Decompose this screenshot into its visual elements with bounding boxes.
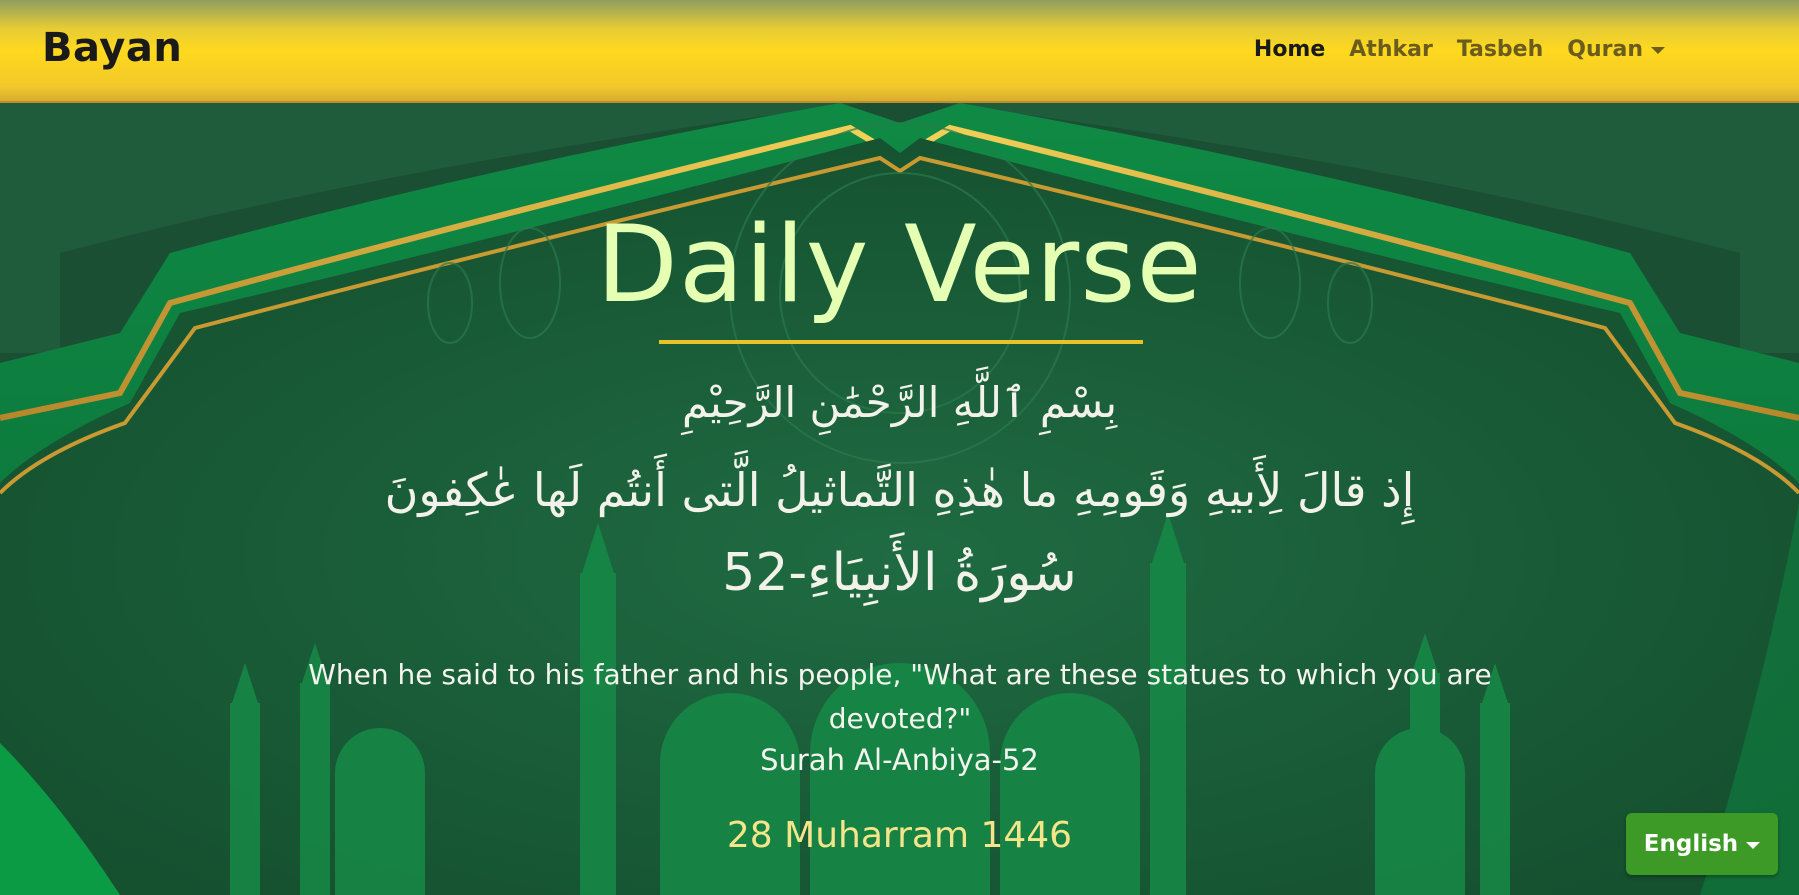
surah-reference-english: Surah Al-Anbiya-52 [760, 743, 1039, 777]
language-select-button[interactable]: English [1626, 813, 1778, 875]
nav-link-athkar[interactable]: Athkar [1349, 37, 1433, 62]
title-divider [659, 340, 1143, 344]
chevron-down-icon [1651, 47, 1665, 54]
chevron-down-icon [1746, 841, 1761, 849]
nav-link-quran-label: Quran [1567, 37, 1643, 62]
daily-verse-content: Daily Verse بِسْمِ ٱللَّهِ الرَّحْمَٰنِ … [0, 103, 1799, 895]
verse-translation: When he said to his father and his peopl… [308, 658, 1492, 735]
hijri-date: 28 Muharram 1446 [726, 815, 1073, 856]
language-label: English [1643, 831, 1739, 857]
nav-link-tasbeh[interactable]: Tasbeh [1457, 37, 1543, 62]
brand-logo[interactable]: Bayan [42, 25, 182, 71]
surah-reference-arabic: سُورَةُ الأَنبِيَاءِ-52 [722, 543, 1077, 603]
navbar: Bayan Home Athkar Tasbeh Quran [0, 0, 1799, 103]
nav-link-home[interactable]: Home [1254, 37, 1325, 62]
verse-arabic: إِذ قالَ لِأَبيهِ وَقَومِهِ ما هٰذِهِ ال… [384, 463, 1415, 517]
nav-dropdown-quran[interactable]: Quran [1567, 37, 1665, 62]
nav-links: Home Athkar Tasbeh Quran [1230, 37, 1665, 62]
bismillah-text: بِسْمِ ٱللَّهِ الرَّحْمَٰنِ الرَّحِيْمِ [681, 378, 1118, 427]
hero-section: Daily Verse بِسْمِ ٱللَّهِ الرَّحْمَٰنِ … [0, 103, 1799, 895]
page-title: Daily Verse [596, 203, 1203, 326]
